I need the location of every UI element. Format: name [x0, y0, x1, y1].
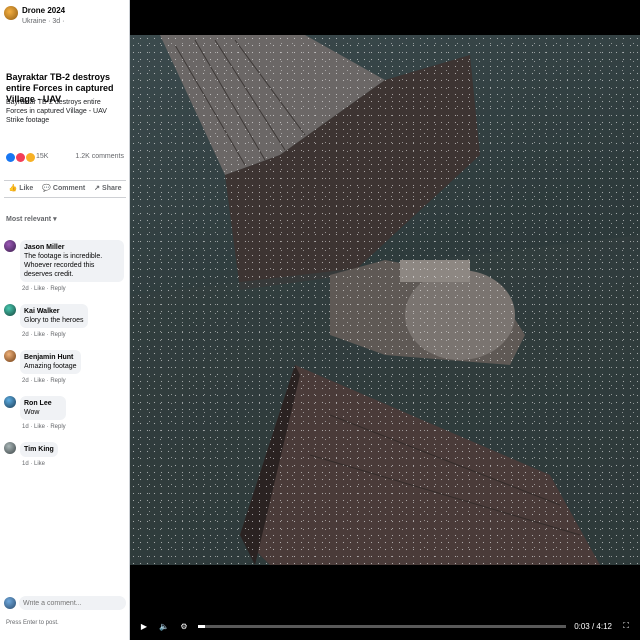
comment-item: Jason Miller The footage is incredible. … — [4, 240, 126, 294]
thumbs-up-icon: 👍 — [8, 185, 18, 192]
comment-icon: 💬 — [42, 185, 51, 192]
commenter-avatar[interactable] — [4, 350, 16, 362]
comment-text: Wow — [24, 409, 40, 416]
post-author-row: Drone 2024 Ukraine · 3d · — [4, 6, 125, 27]
comment-list: Jason Miller The footage is incredible. … — [4, 240, 126, 479]
love-reaction-icon — [16, 152, 25, 162]
comment-text: Glory to the heroes — [24, 317, 84, 324]
comment-item: Tim King 1d · Like — [4, 442, 126, 469]
like-label: Like — [19, 185, 34, 192]
like-button[interactable]: 👍 Like — [8, 184, 33, 194]
commenter-name[interactable]: Kai Walker — [24, 307, 84, 316]
post-actions: 👍 Like 💬 Comment ↗ Share — [4, 180, 126, 198]
comment-actions[interactable]: 2d · Like · Reply — [20, 330, 88, 340]
comment-text: Amazing footage — [24, 363, 77, 370]
comment-actions[interactable]: 2d · Like · Reply — [20, 376, 81, 386]
commenter-avatar[interactable] — [4, 240, 16, 252]
post-meta: Ukraine · 3d · — [22, 18, 65, 25]
comment-bubble: Kai Walker Glory to the heroes — [20, 304, 88, 328]
video-progress-fill — [198, 624, 206, 628]
comment-input[interactable] — [19, 596, 126, 610]
comment-item: Ron Lee Wow 1d · Like · Reply — [4, 396, 126, 432]
commenter-name[interactable]: Jason Miller — [24, 243, 120, 252]
commenter-name[interactable]: Tim King — [24, 445, 54, 454]
author-name[interactable]: Drone 2024 — [22, 6, 65, 15]
commenter-name[interactable]: Benjamin Hunt — [24, 353, 77, 362]
comment-count[interactable]: 1.2K comments — [75, 152, 124, 162]
comment-actions[interactable]: 1d · Like · Reply — [20, 422, 66, 432]
share-button[interactable]: ↗ Share — [94, 184, 121, 194]
haha-reaction-icon — [26, 152, 35, 162]
commenter-avatar[interactable] — [4, 396, 16, 408]
chevron-down-icon: ▾ — [53, 216, 57, 223]
fullscreen-icon[interactable]: ⛶ — [620, 620, 632, 632]
comment-sort-dropdown[interactable]: Most relevant ▾ — [6, 215, 124, 225]
commenter-avatar[interactable] — [4, 304, 16, 316]
comment-bubble: Ron Lee Wow — [20, 396, 66, 420]
comment-hint: Press Enter to post. — [6, 620, 59, 626]
reaction-icons[interactable]: 15K — [6, 152, 48, 162]
comment-item: Kai Walker Glory to the heroes 2d · Like… — [4, 304, 126, 340]
comment-composer — [4, 596, 126, 610]
comment-text: The footage is incredible. Whoever recor… — [24, 253, 103, 278]
volume-icon[interactable]: 🔈 — [158, 620, 170, 632]
reaction-count[interactable]: 15K — [36, 152, 48, 162]
static-noise-overlay — [130, 35, 640, 565]
video-controls: ▶ 🔈 ⚙ 0:03 / 4:12 ⛶ — [130, 612, 640, 640]
author-avatar[interactable] — [4, 6, 18, 20]
comment-item: Benjamin Hunt Amazing footage 2d · Like … — [4, 350, 126, 386]
comment-button[interactable]: 💬 Comment — [42, 184, 85, 194]
sort-label: Most relevant — [6, 216, 52, 223]
comment-bubble: Jason Miller The footage is incredible. … — [20, 240, 124, 282]
reactions-summary: 15K 1.2K comments — [6, 152, 124, 162]
play-icon[interactable]: ▶ — [138, 620, 150, 632]
settings-gear-icon[interactable]: ⚙ — [178, 620, 190, 632]
commenter-avatar[interactable] — [4, 442, 16, 454]
comment-bubble: Benjamin Hunt Amazing footage — [20, 350, 81, 374]
comment-label: Comment — [52, 185, 86, 192]
post-description: Bayraktar TB-2 destroys entire Forces in… — [6, 99, 107, 124]
share-icon: ↗ — [94, 185, 101, 192]
commenter-name[interactable]: Ron Lee — [24, 399, 62, 408]
post-sidebar: Drone 2024 Ukraine · 3d · Bayraktar TB-2… — [0, 0, 130, 640]
current-user-avatar — [4, 597, 16, 609]
comment-bubble: Tim King — [20, 442, 58, 457]
video-time: 0:03 / 4:12 — [574, 621, 612, 631]
like-reaction-icon — [6, 152, 15, 162]
video-player[interactable]: ▶ 🔈 ⚙ 0:03 / 4:12 ⛶ — [130, 0, 640, 640]
comment-actions[interactable]: 2d · Like · Reply — [20, 284, 124, 294]
video-frame[interactable] — [130, 35, 640, 565]
share-label: Share — [102, 185, 122, 192]
video-progress-bar[interactable] — [198, 624, 567, 628]
comment-actions[interactable]: 1d · Like — [20, 459, 58, 469]
